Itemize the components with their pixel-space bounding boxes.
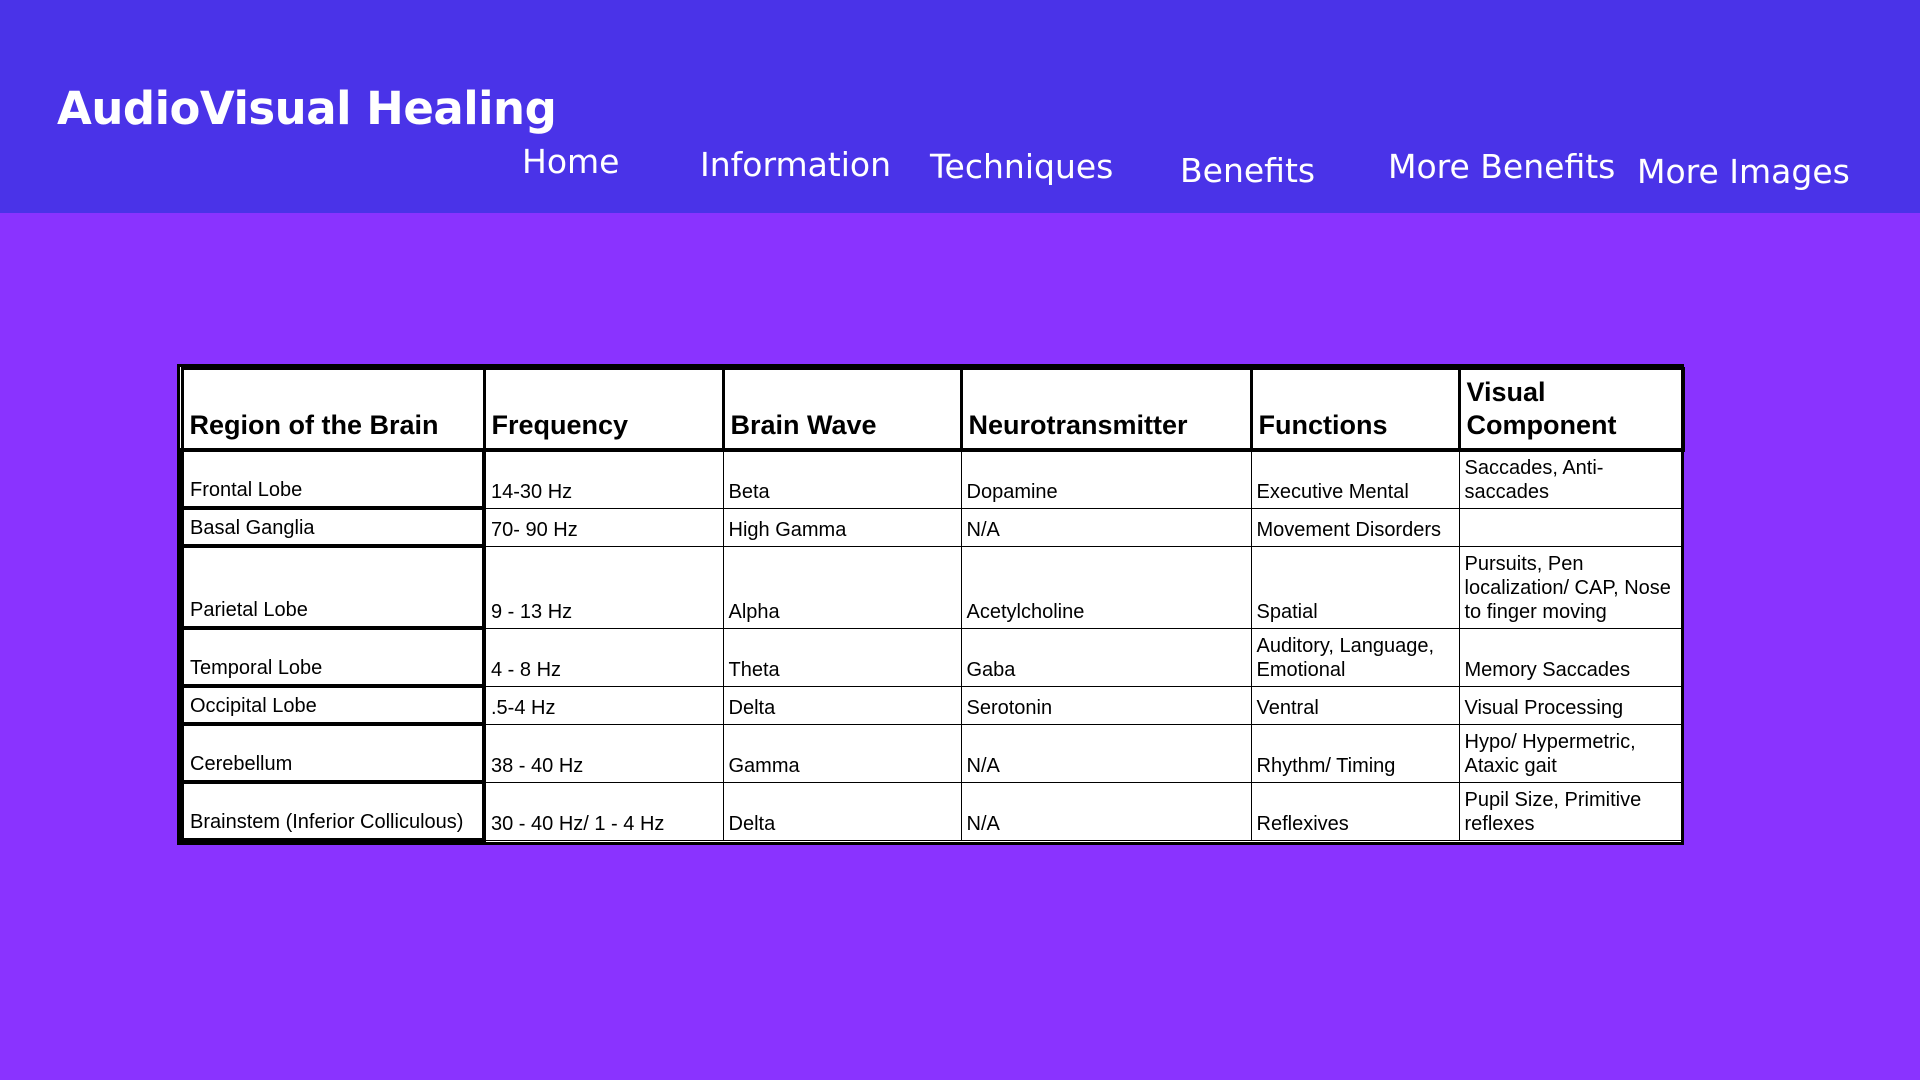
nav-link-home[interactable]: Home <box>522 142 619 181</box>
table-cell-frequency: .5-4 Hz <box>483 685 724 725</box>
table-cell-visual-component: Pursuits, Pen localization/ CAP, Nose to… <box>1458 545 1684 629</box>
table-header-row: Region of the Brain Frequency Brain Wave… <box>180 367 1685 452</box>
table-cell-neurotransmitter: Serotonin <box>960 685 1252 725</box>
nav-link-more-benefits[interactable]: More Benefits <box>1388 147 1615 186</box>
table-cell-region: Temporal Lobe <box>180 626 486 688</box>
column-header-brain-wave: Brain Wave <box>721 367 963 452</box>
brain-region-table: Region of the Brain Frequency Brain Wave… <box>180 367 1685 842</box>
table-cell-brain-wave: Gamma <box>722 723 962 783</box>
table-cell-frequency: 9 - 13 Hz <box>483 545 724 629</box>
nav-link-information[interactable]: Information <box>700 145 891 184</box>
table-cell-visual-component: Memory Saccades <box>1458 627 1684 687</box>
table-cell-frequency: 70- 90 Hz <box>483 507 724 547</box>
table-cell-neurotransmitter: Gaba <box>960 627 1252 687</box>
table-cell-neurotransmitter: N/A <box>960 723 1252 783</box>
column-header-region: Region of the Brain <box>180 367 486 452</box>
table-row: Occipital Lobe .5-4 Hz Delta Serotonin V… <box>180 684 1684 726</box>
table-cell-neurotransmitter: N/A <box>960 781 1252 841</box>
table-cell-brain-wave: Delta <box>722 781 962 841</box>
column-header-functions: Functions <box>1249 367 1461 452</box>
table-cell-region: Cerebellum <box>180 722 486 784</box>
nav-link-more-images[interactable]: More Images <box>1637 152 1850 191</box>
site-header: AudioVisual Healing Home Information Tec… <box>0 0 1920 213</box>
table-cell-region: Basal Ganglia <box>180 506 486 548</box>
table-cell-functions: Ventral <box>1250 685 1460 725</box>
table-cell-region: Brainstem (Inferior Colliculous) <box>180 780 486 842</box>
table-cell-functions: Movement Disorders <box>1250 507 1460 547</box>
table-cell-visual-component: Saccades, Anti-saccades <box>1458 449 1684 509</box>
table-cell-brain-wave: Alpha <box>722 545 962 629</box>
table-row: Parietal Lobe 9 - 13 Hz Alpha Acetylchol… <box>180 544 1684 630</box>
table-cell-neurotransmitter: Dopamine <box>960 449 1252 509</box>
column-header-visual-component: Visual Component <box>1457 367 1685 452</box>
column-header-frequency: Frequency <box>482 367 725 452</box>
table-cell-brain-wave: Theta <box>722 627 962 687</box>
table-cell-functions: Executive Mental <box>1250 449 1460 509</box>
table-cell-frequency: 30 - 40 Hz/ 1 - 4 Hz <box>483 781 724 841</box>
column-header-neurotransmitter: Neurotransmitter <box>959 367 1253 452</box>
table-row: Cerebellum 38 - 40 Hz Gamma N/A Rhythm/ … <box>180 722 1684 784</box>
table-cell-functions: Reflexives <box>1250 781 1460 841</box>
table-cell-region: Occipital Lobe <box>180 684 486 726</box>
site-title[interactable]: AudioVisual Healing <box>57 82 557 135</box>
table-cell-neurotransmitter: N/A <box>960 507 1252 547</box>
table-cell-visual-component: Hypo/ Hypermetric, Ataxic gait <box>1458 723 1684 783</box>
table-row: Temporal Lobe 4 - 8 Hz Theta Gaba Audito… <box>180 626 1684 688</box>
table-cell-brain-wave: High Gamma <box>722 507 962 547</box>
table-cell-frequency: 38 - 40 Hz <box>483 723 724 783</box>
table-cell-brain-wave: Beta <box>722 449 962 509</box>
table-cell-functions: Spatial <box>1250 545 1460 629</box>
table-cell-functions: Rhythm/ Timing <box>1250 723 1460 783</box>
table-row: Brainstem (Inferior Colliculous) 30 - 40… <box>180 780 1684 842</box>
nav-link-techniques[interactable]: Techniques <box>930 147 1113 186</box>
table-row: Frontal Lobe 14-30 Hz Beta Dopamine Exec… <box>180 448 1684 510</box>
table-row: Basal Ganglia 70- 90 Hz High Gamma N/A M… <box>180 506 1684 548</box>
table-cell-brain-wave: Delta <box>722 685 962 725</box>
table-cell-region: Frontal Lobe <box>180 448 486 510</box>
table-cell-visual-component: Visual Processing <box>1458 685 1684 725</box>
table-cell-visual-component: Pupil Size, Primitive reflexes <box>1458 781 1684 841</box>
table-cell-visual-component <box>1458 507 1684 547</box>
table-cell-functions: Auditory, Language, Emotional <box>1250 627 1460 687</box>
table-cell-neurotransmitter: Acetylcholine <box>960 545 1252 629</box>
table-cell-frequency: 14-30 Hz <box>483 449 724 509</box>
nav-link-benefits[interactable]: Benefits <box>1180 151 1315 190</box>
table-cell-frequency: 4 - 8 Hz <box>483 627 724 687</box>
brain-table-container: Region of the Brain Frequency Brain Wave… <box>177 364 1685 845</box>
table-cell-region: Parietal Lobe <box>180 544 486 630</box>
